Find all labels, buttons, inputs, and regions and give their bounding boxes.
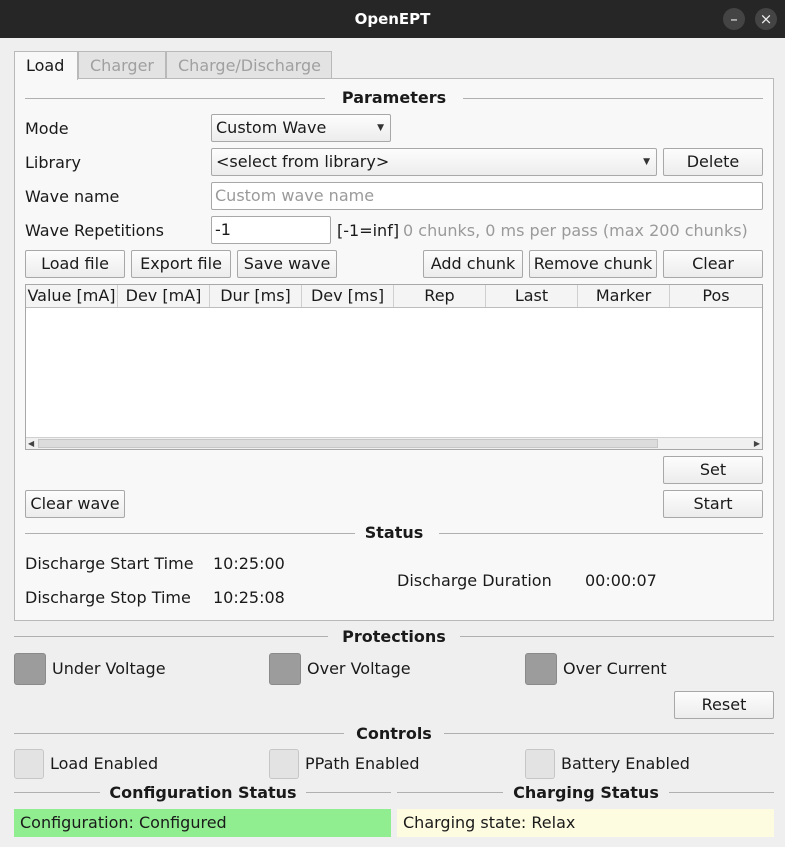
controls-divider-right xyxy=(444,733,774,734)
controls-divider-left xyxy=(14,733,344,734)
parameters-title: Parameters xyxy=(341,88,447,107)
charging-status-value: Charging state: Relax xyxy=(397,809,774,837)
column-header-dev-ma[interactable]: Dev [mA] xyxy=(118,285,210,307)
column-header-value[interactable]: Value [mA] xyxy=(26,285,118,307)
load-file-button[interactable]: Load file xyxy=(25,250,125,278)
status-divider-left xyxy=(25,533,355,534)
column-header-dur[interactable]: Dur [ms] xyxy=(210,285,302,307)
save-wave-button[interactable]: Save wave xyxy=(237,250,337,278)
chunk-table-header: Value [mA] Dev [mA] Dur [ms] Dev [ms] Re… xyxy=(26,285,762,308)
set-button[interactable]: Set xyxy=(663,456,763,484)
configuration-divider-left xyxy=(14,792,100,793)
wave-info-text: 0 chunks, 0 ms per pass (max 200 chunks) xyxy=(403,221,748,240)
wave-repetitions-input[interactable]: -1 xyxy=(211,216,331,244)
protections-divider-right xyxy=(460,636,774,637)
column-header-rep[interactable]: Rep xyxy=(394,285,486,307)
column-header-dev-ms[interactable]: Dev [ms] xyxy=(302,285,394,307)
under-voltage-label: Under Voltage xyxy=(52,659,166,678)
close-button[interactable]: × xyxy=(755,8,777,30)
discharge-stop-time-value: 10:25:08 xyxy=(213,588,285,607)
tab-charge-discharge[interactable]: Charge/Discharge xyxy=(166,51,332,79)
battery-enabled-checkbox[interactable] xyxy=(525,749,555,779)
column-header-pos[interactable]: Pos xyxy=(670,285,762,307)
mode-select-value: Custom Wave xyxy=(216,118,327,137)
chevron-down-icon: ▼ xyxy=(643,157,650,167)
controls-title: Controls xyxy=(356,724,432,743)
delete-button[interactable]: Delete xyxy=(663,148,763,176)
charging-status-title: Charging Status xyxy=(513,783,659,802)
discharge-start-time-label: Discharge Start Time xyxy=(25,554,194,573)
start-button[interactable]: Start xyxy=(663,490,763,518)
protections-divider-left xyxy=(14,636,328,637)
column-header-last[interactable]: Last xyxy=(486,285,578,307)
charging-divider-left xyxy=(397,792,503,793)
wave-name-input[interactable]: Custom wave name xyxy=(211,182,763,210)
wave-repetitions-hint: [-1=inf] xyxy=(337,221,400,240)
discharge-stop-time-label: Discharge Stop Time xyxy=(25,588,191,607)
status-title: Status xyxy=(364,523,424,542)
load-tab-panel: Parameters Mode Custom Wave ▼ Library <s… xyxy=(14,78,774,621)
wave-repetitions-label: Wave Repetitions xyxy=(25,221,164,240)
configuration-status-title: Configuration Status xyxy=(109,783,297,802)
over-voltage-label: Over Voltage xyxy=(307,659,411,678)
add-chunk-button[interactable]: Add chunk xyxy=(423,250,523,278)
title-bar: OpenEPT – × xyxy=(0,0,785,38)
chevron-down-icon: ▼ xyxy=(377,123,384,133)
parameters-divider-right xyxy=(463,98,763,99)
library-select[interactable]: <select from library> ▼ xyxy=(211,148,657,176)
discharge-start-time-value: 10:25:00 xyxy=(213,554,285,573)
over-current-indicator xyxy=(525,653,557,685)
app-window: OpenEPT – × Load Charger Charge/Discharg… xyxy=(0,0,785,847)
mode-label: Mode xyxy=(25,119,69,138)
clear-wave-button[interactable]: Clear wave xyxy=(25,490,125,518)
over-current-label: Over Current xyxy=(563,659,667,678)
load-enabled-checkbox[interactable] xyxy=(14,749,44,779)
under-voltage-indicator xyxy=(14,653,46,685)
remove-chunk-button[interactable]: Remove chunk xyxy=(529,250,657,278)
export-file-button[interactable]: Export file xyxy=(131,250,231,278)
horizontal-scrollbar[interactable]: ◀ ▶ xyxy=(26,437,762,449)
ppath-enabled-checkbox[interactable] xyxy=(269,749,299,779)
tab-charger[interactable]: Charger xyxy=(78,51,166,79)
scrollbar-thumb[interactable] xyxy=(38,439,658,448)
load-enabled-label[interactable]: Load Enabled xyxy=(50,754,158,774)
charging-divider-right xyxy=(669,792,774,793)
library-label: Library xyxy=(25,153,81,172)
wave-name-label: Wave name xyxy=(25,187,120,206)
minimize-button[interactable]: – xyxy=(723,8,745,30)
scroll-right-icon[interactable]: ▶ xyxy=(754,438,760,449)
mode-select[interactable]: Custom Wave ▼ xyxy=(211,114,391,142)
configuration-divider-right xyxy=(306,792,391,793)
discharge-duration-value: 00:00:07 xyxy=(585,571,657,590)
protections-title: Protections xyxy=(342,627,446,646)
column-header-marker[interactable]: Marker xyxy=(578,285,670,307)
library-select-value: <select from library> xyxy=(216,152,390,171)
tab-load[interactable]: Load xyxy=(14,51,78,80)
chunk-table[interactable]: Value [mA] Dev [mA] Dur [ms] Dev [ms] Re… xyxy=(25,284,763,450)
reset-button[interactable]: Reset xyxy=(674,691,774,719)
parameters-divider-left xyxy=(25,98,325,99)
ppath-enabled-label[interactable]: PPath Enabled xyxy=(305,754,420,774)
configuration-status-value: Configuration: Configured xyxy=(14,809,391,837)
scroll-left-icon[interactable]: ◀ xyxy=(28,438,34,449)
battery-enabled-label[interactable]: Battery Enabled xyxy=(561,754,690,774)
status-divider-right xyxy=(439,533,763,534)
clear-button[interactable]: Clear xyxy=(663,250,763,278)
window-title: OpenEPT xyxy=(354,10,431,28)
over-voltage-indicator xyxy=(269,653,301,685)
discharge-duration-label: Discharge Duration xyxy=(397,571,552,590)
